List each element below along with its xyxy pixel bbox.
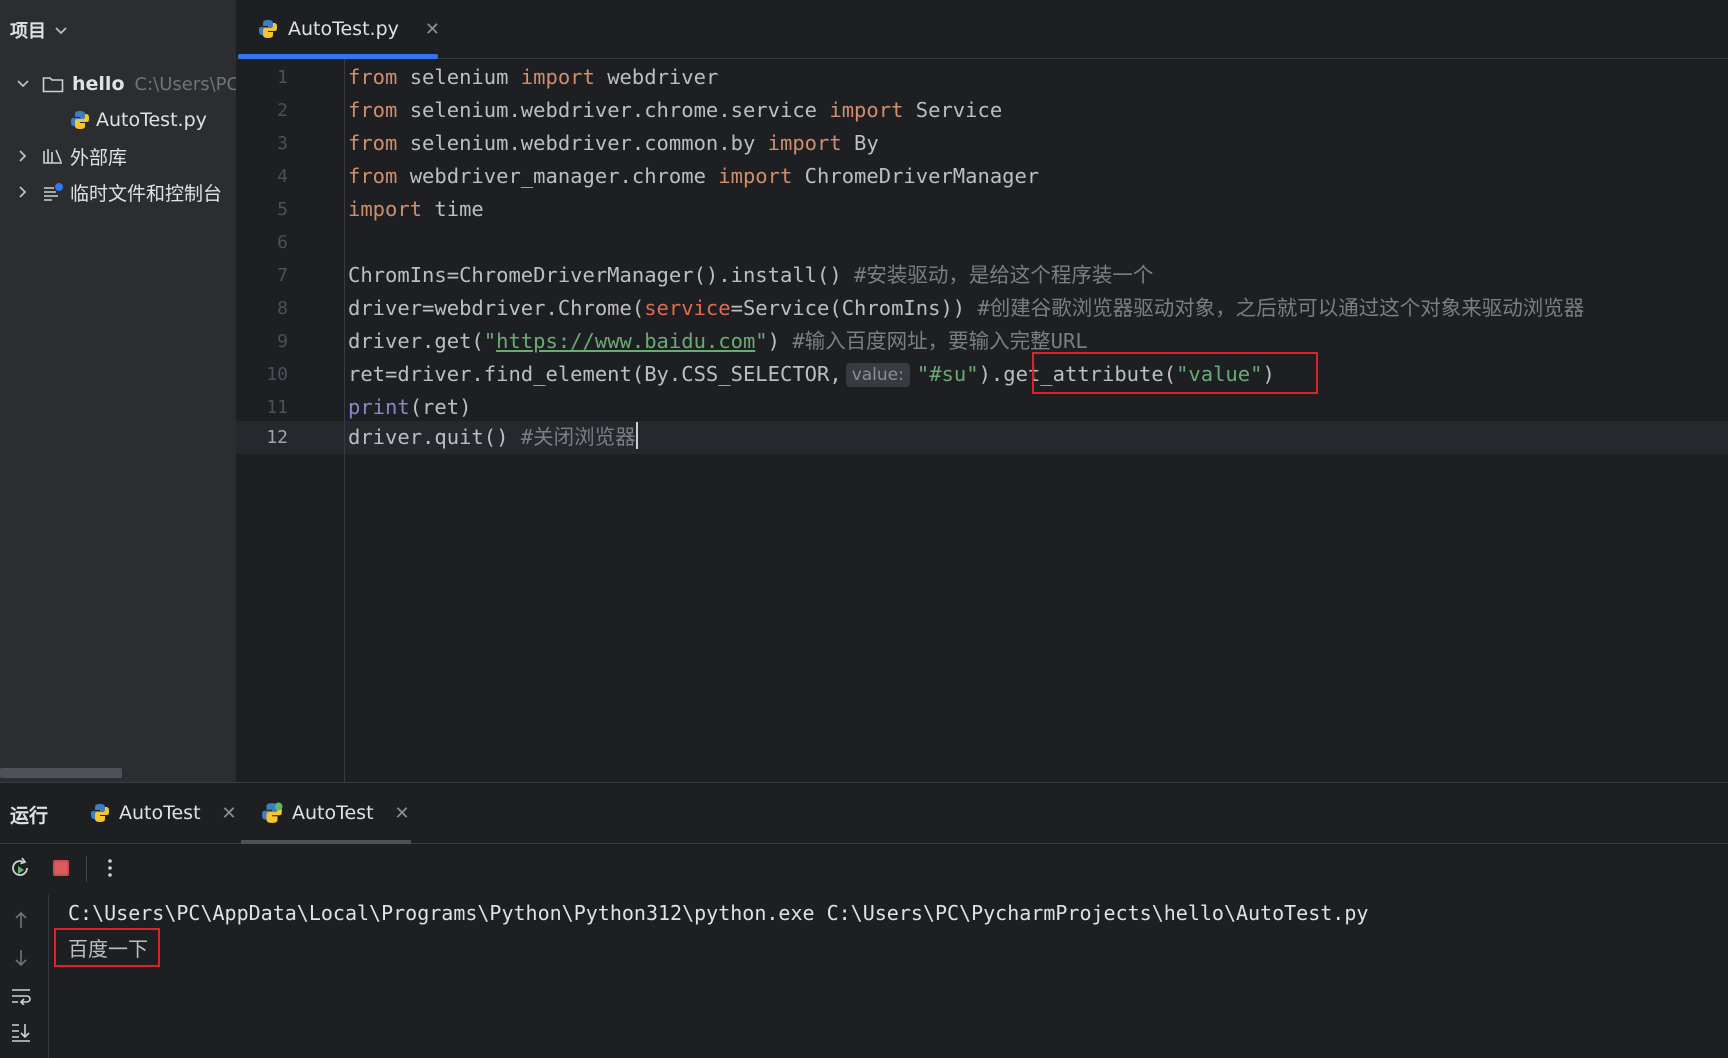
run-tab-label: AutoTest	[292, 802, 374, 824]
code-line-5: import time	[348, 197, 484, 221]
project-panel: 项目 hello C:\Users\PC\F AutoTest.py 外	[0, 0, 236, 782]
code-line-7: ChromIns=ChromeDriverManager().install()…	[348, 263, 1154, 287]
console-command-line: C:\Users\PC\AppData\Local\Programs\Pytho…	[68, 901, 1369, 925]
code-line-2: from selenium.webdriver.chrome.service i…	[348, 98, 1003, 122]
url-link: https://www.baidu.com	[496, 329, 756, 353]
tree-item-external-libraries[interactable]: 外部库	[12, 139, 127, 173]
tree-item-label: AutoTest.py	[96, 109, 207, 131]
line-number-current: 12	[266, 427, 288, 448]
python-run-icon	[261, 802, 283, 824]
tree-item-scratches[interactable]: 临时文件和控制台	[12, 175, 222, 209]
highlight-box-get-attribute	[1032, 352, 1318, 394]
code-comment: #关闭浏览器	[520, 425, 636, 449]
line-number: 3	[277, 133, 288, 154]
chevron-right-icon[interactable]	[12, 149, 34, 163]
chevron-down-icon	[54, 20, 68, 41]
text-caret	[635, 422, 638, 449]
run-panel: 运行 AutoTest ✕ AutoTest ✕ C:\Users\PC\App…	[0, 782, 1728, 1058]
more-icon[interactable]	[96, 854, 124, 882]
tree-item-autotest-file[interactable]: AutoTest.py	[70, 103, 207, 137]
tree-item-project-root[interactable]: hello C:\Users\PC\F	[12, 67, 236, 101]
run-toolbar	[0, 844, 1728, 894]
project-name: hello	[72, 73, 125, 95]
code-comment: #安装驱动，是给这个程序装一个	[854, 263, 1154, 287]
line-number: 10	[266, 364, 288, 385]
highlight-box-output	[54, 928, 160, 967]
library-icon	[42, 147, 64, 165]
run-panel-title: 运行	[10, 805, 49, 827]
run-tab-autotest-1[interactable]: AutoTest ✕	[90, 783, 237, 843]
editor-tab-bar: AutoTest.py ✕	[236, 0, 1728, 59]
project-header-label: 项目	[10, 21, 46, 42]
tab-autotest-py[interactable]: AutoTest.py ✕	[236, 0, 440, 59]
code-line-1: from selenium import webdriver	[348, 65, 719, 89]
run-tab-bar: 运行 AutoTest ✕ AutoTest ✕	[0, 783, 1728, 844]
python-file-icon	[258, 19, 278, 39]
code-line-3: from selenium.webdriver.common.by import…	[348, 131, 879, 155]
line-number: 6	[277, 232, 288, 253]
python-file-icon	[70, 110, 90, 130]
code-line-8: driver=webdriver.Chrome(service=Service(…	[348, 296, 1585, 320]
folder-icon	[42, 75, 64, 93]
code-line-9: driver.get("https://www.baidu.com") #输入百…	[348, 329, 1088, 353]
close-icon[interactable]: ✕	[395, 803, 410, 824]
line-number: 4	[277, 166, 288, 187]
project-view-selector[interactable]: 项目	[10, 16, 68, 44]
code-line-12: driver.quit() #关闭浏览器	[348, 421, 638, 454]
parameter-hint: value:	[845, 363, 910, 387]
project-path: C:\Users\PC\F	[134, 73, 237, 95]
scratches-icon	[42, 182, 64, 202]
code-line-4: from webdriver_manager.chrome import Chr…	[348, 164, 1040, 188]
tab-label: AutoTest.py	[288, 18, 399, 40]
toolbar-divider	[86, 856, 87, 882]
line-number: 7	[277, 265, 288, 286]
line-number: 11	[266, 397, 288, 418]
line-number: 1	[277, 67, 288, 88]
line-number: 5	[277, 199, 288, 220]
run-tab-autotest-2[interactable]: AutoTest ✕	[241, 783, 411, 844]
soft-wrap-icon[interactable]	[8, 983, 34, 1009]
tree-item-label: 临时文件和控制台	[70, 182, 223, 205]
console-side-toolbar	[0, 895, 49, 1058]
close-icon[interactable]: ✕	[222, 803, 237, 824]
line-number-gutter: 1 2 3 4 5 6 7 8 9 10 11 12	[236, 59, 345, 782]
scroll-to-end-icon[interactable]	[8, 1019, 34, 1045]
code-comment: #输入百度网址，要输入完整URL	[792, 329, 1088, 353]
close-icon[interactable]: ✕	[425, 19, 440, 40]
rerun-icon[interactable]	[6, 854, 34, 882]
stop-icon[interactable]	[47, 854, 75, 882]
line-number: 9	[277, 331, 288, 352]
line-number: 2	[277, 100, 288, 121]
code-editor[interactable]: 1 2 3 4 5 6 7 8 9 10 11 12 from selenium…	[236, 59, 1728, 782]
code-comment: #创建谷歌浏览器驱动对象，之后就可以通过这个对象来驱动浏览器	[977, 296, 1585, 320]
code-line-11: print(ret)	[348, 395, 472, 419]
scroll-up-icon[interactable]	[8, 907, 34, 933]
horizontal-scrollbar[interactable]	[0, 768, 122, 778]
chevron-down-icon[interactable]	[12, 79, 34, 89]
tree-item-label: 外部库	[70, 146, 128, 169]
scroll-down-icon[interactable]	[8, 945, 34, 971]
python-run-icon	[90, 803, 110, 823]
chevron-right-icon[interactable]	[12, 185, 34, 199]
run-tab-label: AutoTest	[119, 802, 201, 824]
line-number: 8	[277, 298, 288, 319]
